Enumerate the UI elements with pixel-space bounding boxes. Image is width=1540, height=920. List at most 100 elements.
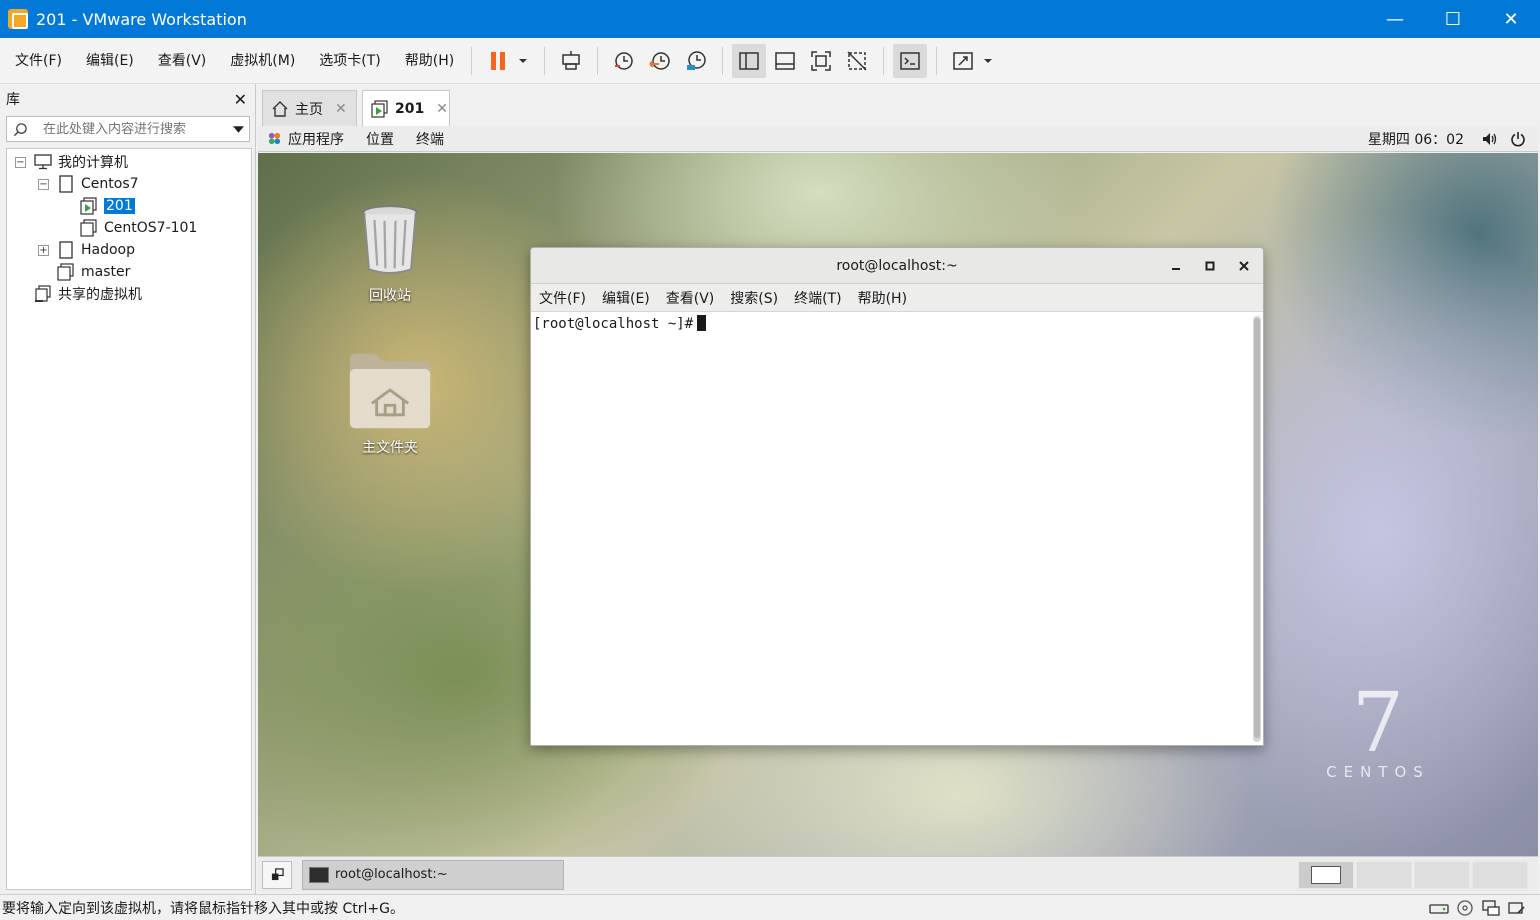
cd-dvd-icon[interactable] [1452,899,1478,916]
tree-item-shared-vms[interactable]: 共享的虚拟机 [34,283,142,305]
snapshot-manager-icon [687,50,706,70]
console-view-button[interactable] [893,43,928,78]
toolbar-separator [544,46,546,75]
applications-icon [266,131,282,147]
home-folder-icon [349,353,431,429]
menu-vm[interactable]: 虚拟机(M) [221,38,304,84]
menu-tabs[interactable]: 选项卡(T) [310,38,389,84]
gnome-bottom-panel: root@localhost:~ [258,856,1538,892]
stretch-view-button[interactable] [946,44,980,78]
terminal-menu-search[interactable]: 搜索(S) [730,288,778,308]
home-icon [271,100,289,118]
terminal-maximize-button[interactable] [1193,248,1227,284]
terminal-menu-terminal[interactable]: 终端(T) [794,288,841,308]
tab-home-label: 主页 [295,101,323,118]
trash-label: 回收站 [369,288,411,304]
library-search-input[interactable] [33,121,227,137]
snapshot-manager-button[interactable] [679,44,713,78]
terminal-menu-view[interactable]: 查看(V) [666,288,715,308]
menu-file[interactable]: 文件(F) [6,38,71,84]
minimize-icon [1172,268,1180,270]
revert-snapshot-button[interactable] [643,44,677,78]
tab-vm-201[interactable]: 201 ✕ [362,90,450,126]
tree-item-201[interactable]: 201 [80,195,135,217]
menu-edit[interactable]: 编辑(E) [77,38,143,84]
home-folder-label: 主文件夹 [362,440,418,456]
library-panel: 库 ✕ − 我的计算机 − Centos7 201 CentOS7-101 [0,84,256,894]
power-icon[interactable] [1510,131,1526,147]
menu-view[interactable]: 查看(V) [149,38,216,84]
send-ctrl-alt-del-button[interactable] [554,44,588,78]
tree-label: Centos7 [81,176,139,192]
terminal-scrollbar[interactable] [1253,316,1261,742]
terminal-titlebar[interactable]: root@localhost:~ [531,248,1263,284]
library-close-button[interactable]: ✕ [234,90,247,109]
vm-console[interactable]: 应用程序 位置 终端 星期四 06：02 回收站 主文件夹 7 CENTOS r… [258,126,1538,892]
terminal-minimize-button[interactable] [1159,248,1193,284]
search-dropdown-button[interactable] [227,124,249,135]
gnome-terminal-menu[interactable]: 终端 [416,129,444,149]
desktop-trash[interactable]: 回收站 [335,203,445,305]
unity-mode-button[interactable] [840,44,874,78]
maximize-button[interactable]: ☐ [1424,0,1482,38]
toolbar-separator [471,46,473,75]
snapshot-button[interactable] [607,44,641,78]
network-adapter-icon[interactable] [1478,899,1504,916]
tree-item-hadoop[interactable]: + Hadoop [38,239,135,261]
gnome-applications-menu[interactable]: 应用程序 [288,129,344,149]
terminal-window[interactable]: root@localhost:~ 文件(F) 编辑(E) 查看(V) 搜索(S)… [530,247,1264,746]
terminal-menubar: 文件(F) 编辑(E) 查看(V) 搜索(S) 终端(T) 帮助(H) [531,284,1263,312]
computer-icon [34,153,52,171]
pause-vm-button[interactable] [481,44,515,78]
tree-item-my-computer[interactable]: − 我的计算机 [15,151,128,173]
show-desktop-button[interactable] [262,860,292,889]
chevron-down-icon [984,58,993,63]
snapshot-clock-icon [615,51,633,70]
terminal-close-button[interactable] [1227,248,1261,284]
terminal-output[interactable]: [root@localhost ~]# [531,313,1251,745]
full-screen-button[interactable] [804,44,838,78]
terminal-cursor [697,315,707,331]
removable-devices-icon[interactable] [1504,900,1530,916]
tab-close-button[interactable]: ✕ [335,101,347,117]
tree-collapse-toggle[interactable]: − [15,156,26,168]
volume-icon[interactable] [1482,131,1498,147]
tree-label: 我的计算机 [58,155,128,171]
workspace-2[interactable] [1356,860,1412,889]
desktop-home-folder[interactable]: 主文件夹 [335,349,445,457]
stretch-dropdown-caret[interactable] [983,56,993,66]
workspace-3[interactable] [1414,860,1470,889]
terminal-menu-file[interactable]: 文件(F) [539,288,586,308]
gnome-desktop[interactable]: 回收站 主文件夹 7 CENTOS root@localhost:~ 文件(F)… [258,153,1538,856]
workspace-4[interactable] [1472,860,1528,889]
tab-close-button[interactable]: ✕ [436,101,448,117]
tree-collapse-toggle[interactable]: − [38,178,49,190]
gnome-places-menu[interactable]: 位置 [366,129,394,149]
taskbar-terminal-item[interactable]: root@localhost:~ [302,859,564,890]
tree-label: 共享的虚拟机 [58,287,142,303]
tab-home[interactable]: 主页 ✕ [262,90,357,126]
show-thumbnail-bar-button[interactable] [768,44,802,78]
close-button[interactable]: ✕ [1482,0,1540,38]
terminal-menu-edit[interactable]: 编辑(E) [602,288,650,308]
tree-item-master[interactable]: master [57,261,130,283]
maximize-icon [1205,261,1215,271]
tree-item-centos7-101[interactable]: CentOS7-101 [80,217,197,239]
toolbar-separator [936,46,938,75]
tree-item-centos7[interactable]: − Centos7 [38,173,139,195]
vm-folder-icon [57,241,75,259]
terminal-menu-help[interactable]: 帮助(H) [858,288,907,308]
power-dropdown-caret[interactable] [518,56,528,66]
minimize-button[interactable]: — [1366,0,1424,38]
workspace-1[interactable] [1298,860,1354,889]
tree-label: Hadoop [81,242,136,258]
hard-disk-icon[interactable] [1426,900,1452,916]
toolbar-separator [883,46,885,75]
show-library-button[interactable] [732,43,767,78]
menu-help[interactable]: 帮助(H) [396,38,463,84]
gnome-clock[interactable]: 星期四 06：02 [1368,129,1464,149]
tree-expand-toggle[interactable]: + [38,244,49,256]
tab-vm-label: 201 [395,100,425,117]
window-title: 201 - VMware Workstation [36,9,247,29]
shared-vm-icon [34,285,52,303]
